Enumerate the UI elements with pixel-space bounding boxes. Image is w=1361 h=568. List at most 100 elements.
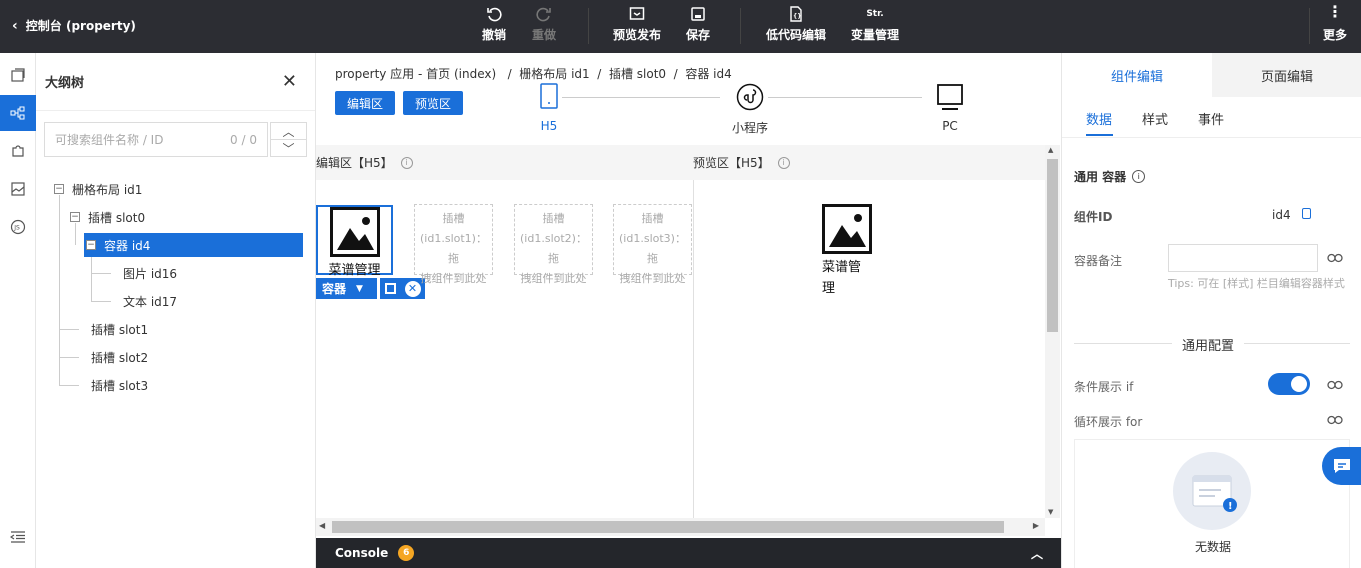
collapse-rail-button[interactable]	[0, 519, 36, 555]
image-icon	[329, 207, 380, 257]
info-icon: i	[400, 156, 413, 169]
chevron-down-icon[interactable]: ﹀	[271, 140, 306, 157]
chevron-left-icon: ‹	[12, 17, 18, 34]
property-panel: 组件编辑 页面编辑 数据 样式 事件 通用 容器 i 组件ID id4 容器备注…	[1061, 53, 1361, 568]
tree-node-container-id4[interactable]: − 容器 id4	[84, 233, 303, 257]
device-h5[interactable]: H5	[538, 83, 560, 133]
subtab-data[interactable]: 数据	[1086, 109, 1112, 128]
tips-text: Tips: 可在 [样式] 栏目编辑容器样式	[1168, 277, 1345, 290]
collapse-icon[interactable]: −	[86, 240, 96, 250]
no-data-text: 无数据	[1194, 540, 1231, 554]
link-icon[interactable]	[1327, 380, 1343, 390]
horizontal-scrollbar[interactable]: ◀ ▶	[316, 518, 1045, 536]
collapse-icon[interactable]: −	[54, 184, 64, 194]
selected-container[interactable]: 菜谱管理	[316, 205, 393, 278]
image-icon	[822, 204, 872, 254]
console-bar[interactable]: Console 6 ︿	[316, 538, 1061, 568]
tab-component-edit[interactable]: 组件编辑	[1062, 53, 1212, 97]
vertical-scrollbar[interactable]: ▲ ▼	[1045, 145, 1060, 518]
scroll-thumb[interactable]	[1047, 159, 1058, 332]
js-icon: JS	[10, 219, 26, 235]
component-id-value: id4	[1272, 208, 1291, 222]
search-nav: ︿ ﹀	[270, 122, 307, 157]
edit-area-button[interactable]: 编辑区	[335, 91, 395, 115]
save-button[interactable]: 保存	[686, 6, 710, 43]
monitor-icon	[937, 84, 963, 110]
divider	[588, 8, 589, 44]
preview-area-button[interactable]: 预览区	[403, 91, 463, 115]
more-button[interactable]: ⋮ 更多	[1323, 2, 1347, 43]
lowcode-edit-button[interactable]: {} 低代码编辑	[766, 6, 826, 43]
container-tag-dropdown[interactable]: 容器 ▼	[316, 278, 377, 299]
components-rail-button[interactable]	[0, 133, 36, 169]
divider	[1309, 8, 1310, 44]
outline-search-input[interactable]: 可搜索组件名称 / ID 0 / 0	[44, 122, 268, 157]
slot-dropzone-2[interactable]: 插槽 (id1.slot2)：拖 拽组件到此处	[514, 204, 593, 285]
outline-header: 大纲树 ✕	[36, 53, 315, 111]
device-miniprogram[interactable]: 小程序	[728, 83, 772, 136]
tab-page-edit[interactable]: 页面编辑	[1212, 53, 1361, 97]
tree-node-slot1[interactable]: 插槽 slot1	[91, 317, 148, 341]
variable-icon: Str.	[866, 9, 884, 19]
slot-dropzone-1[interactable]: 插槽 (id1.slot1)：拖 拽组件到此处	[414, 204, 493, 285]
miniprogram-icon	[736, 83, 764, 111]
scroll-thumb[interactable]	[332, 521, 1004, 533]
container-note-input[interactable]	[1168, 244, 1318, 272]
scroll-down-icon[interactable]: ▼	[1048, 508, 1053, 516]
info-icon: i	[1132, 170, 1146, 183]
close-icon[interactable]: ✕	[282, 71, 297, 92]
chat-button[interactable]	[1322, 447, 1361, 485]
datasource-rail-button[interactable]	[0, 171, 36, 207]
undo-button[interactable]: 撤销	[482, 6, 506, 43]
back-title[interactable]: ‹ 控制台 (property)	[12, 17, 136, 34]
link-icon[interactable]	[1327, 253, 1343, 263]
tree-node-grid-id1[interactable]: − 栅格布局 id1	[54, 177, 142, 201]
subtab-event[interactable]: 事件	[1198, 109, 1224, 128]
slot-dropzone-3[interactable]: 插槽 (id1.slot3)：拖 拽组件到此处	[613, 204, 692, 285]
image-box-icon	[11, 182, 25, 196]
tree-node-slot2[interactable]: 插槽 slot2	[91, 345, 148, 369]
container-toolbar: 容器 ▼ ✕	[316, 278, 425, 299]
tree-node-text-id17[interactable]: 文本 id17	[123, 289, 177, 313]
scroll-right-icon[interactable]: ▶	[1033, 521, 1039, 530]
copy-icon	[384, 283, 396, 294]
left-rail: JS	[0, 53, 36, 568]
tree-node-slot0[interactable]: − 插槽 slot0	[70, 205, 145, 229]
mobile-icon	[540, 83, 558, 109]
cond-show-label: 条件展示 if	[1074, 380, 1134, 394]
canvas-area: property 应用 - 首页 (index) / 栅格布局 id1 / 插槽…	[316, 53, 1061, 538]
pages-rail-button[interactable]	[0, 57, 36, 93]
preview-component: 菜谱管 理	[822, 204, 882, 296]
tree-node-image-id16[interactable]: 图片 id16	[123, 261, 177, 285]
svg-text:JS: JS	[13, 225, 20, 232]
indent-icon	[10, 531, 25, 543]
collapse-icon[interactable]: −	[70, 212, 80, 222]
chevron-up-icon[interactable]: ︿	[1031, 545, 1043, 562]
container-note-label: 容器备注	[1074, 254, 1123, 268]
outline-panel: 大纲树 ✕ 可搜索组件名称 / ID 0 / 0 ︿ ﹀ − 栅格布局 id1 −…	[36, 53, 316, 568]
scroll-left-icon[interactable]: ◀	[319, 521, 325, 530]
copy-icon[interactable]	[1302, 208, 1311, 219]
chevron-up-icon[interactable]: ︿	[271, 123, 306, 140]
scroll-up-icon[interactable]: ▲	[1048, 146, 1053, 154]
redo-icon	[536, 7, 551, 22]
cond-show-toggle[interactable]	[1268, 373, 1310, 395]
more-vertical-icon: ⋮	[1327, 2, 1343, 21]
device-pc[interactable]: PC	[935, 83, 965, 133]
variable-manage-button[interactable]: Str. 变量管理	[851, 6, 899, 43]
outline-tree-rail-button[interactable]	[0, 95, 36, 131]
tree-node-slot3[interactable]: 插槽 slot3	[91, 373, 148, 397]
caret-down-icon: ▼	[356, 283, 363, 294]
link-icon[interactable]	[1327, 415, 1343, 425]
undo-icon	[487, 7, 502, 22]
app-title: 控制台 (property)	[25, 19, 136, 33]
empty-state: ! 无数据	[1074, 439, 1350, 568]
component-text: 菜谱管理	[328, 263, 381, 278]
search-count: 0 / 0	[230, 132, 257, 147]
subtab-style[interactable]: 样式	[1142, 109, 1168, 128]
top-bar: ‹ 控制台 (property) 撤销 重做 预览发布 保存 {} 低代码编辑 …	[0, 0, 1361, 53]
preview-publish-button[interactable]: 预览发布	[613, 6, 661, 43]
js-rail-button[interactable]: JS	[0, 209, 36, 245]
redo-button[interactable]: 重做	[532, 6, 556, 43]
empty-data-icon: !	[1173, 452, 1251, 530]
